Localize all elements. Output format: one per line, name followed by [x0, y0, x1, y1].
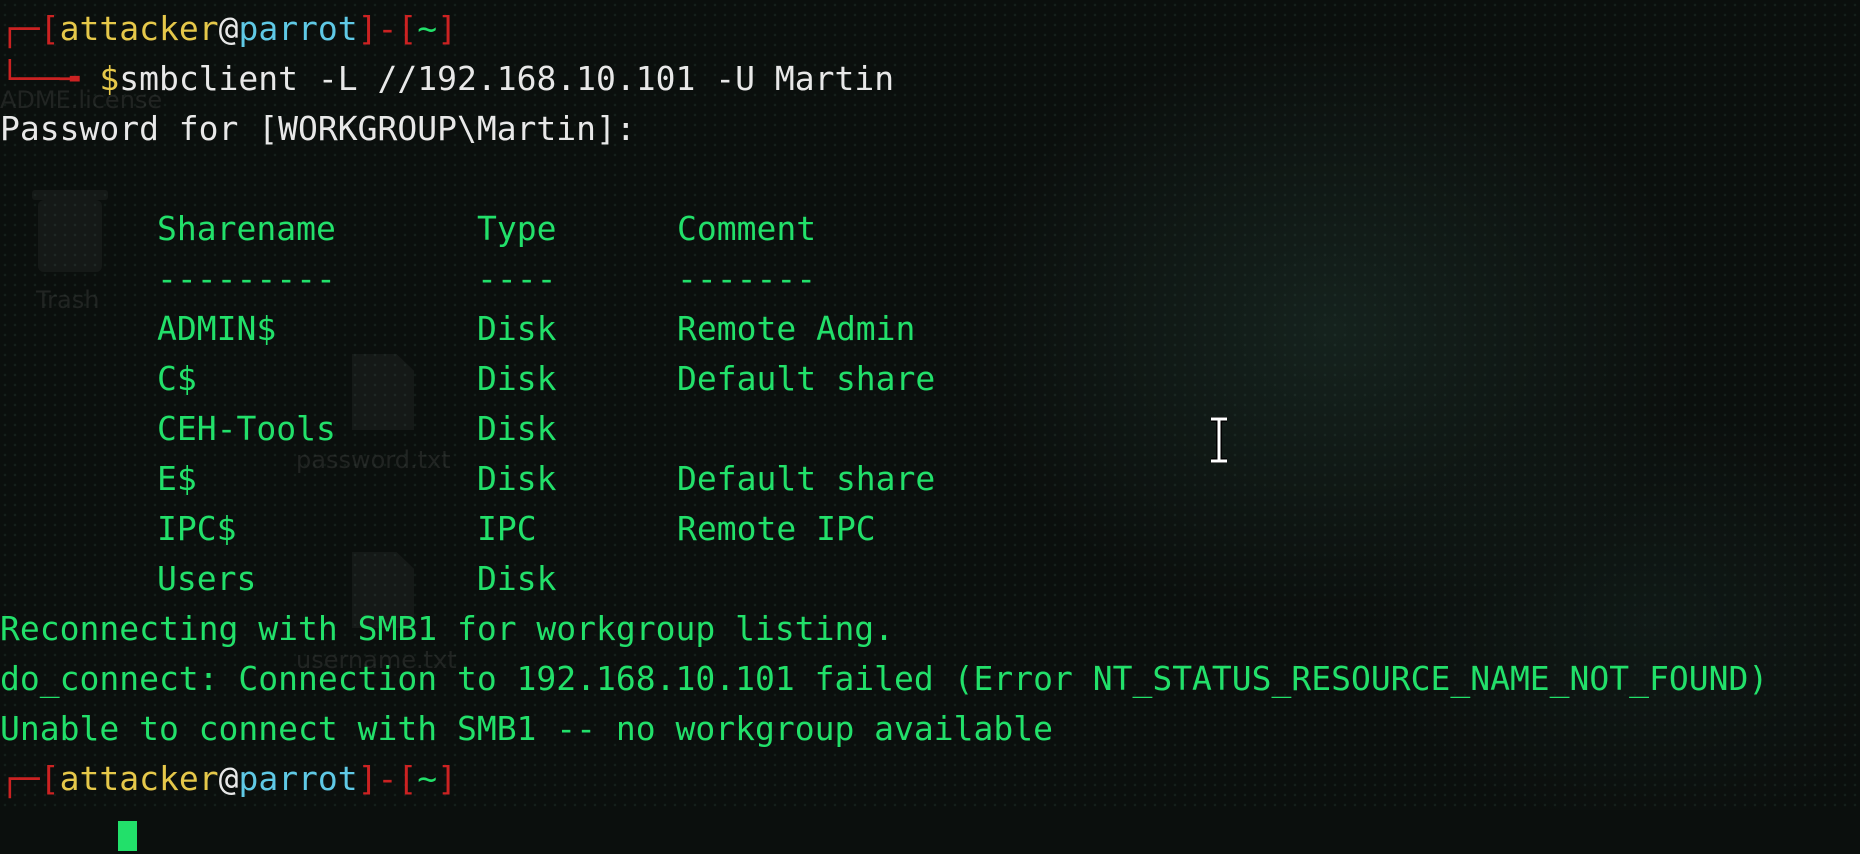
command-line: └──╼ $smbclient -L //192.168.10.101 -U M… — [0, 54, 1860, 104]
prompt-dash: - — [377, 759, 398, 798]
column-header-comment: Comment — [677, 209, 817, 248]
share-type: Disk — [477, 309, 557, 348]
table-row: Users Disk — [0, 554, 1860, 604]
share-name: ADMIN$ — [157, 309, 277, 348]
prompt-at: @ — [218, 759, 239, 798]
separator-type: ---- — [477, 259, 557, 298]
table-row: ADMIN$ Disk Remote Admin — [0, 304, 1860, 354]
terminal-cursor — [118, 820, 137, 851]
prompt-corner: ┌─ — [0, 9, 40, 48]
prompt-bracket: [ — [397, 9, 418, 48]
prompt-line: ┌─[attacker@parrot]-[~] — [0, 754, 1860, 804]
terminal-output[interactable]: ┌─[attacker@parrot]-[~] └──╼ $smbclient … — [0, 4, 1860, 851]
output-line: Reconnecting with SMB1 for workgroup lis… — [0, 609, 895, 648]
prompt-bracket: [ — [39, 759, 60, 798]
column-header-type: Type — [477, 209, 557, 248]
share-type: Disk — [477, 359, 557, 398]
input-line[interactable] — [0, 804, 1860, 854]
share-name: E$ — [157, 459, 197, 498]
table-row: IPC$ IPC Remote IPC — [0, 504, 1860, 554]
prompt-bracket: ] — [437, 759, 458, 798]
column-header-sharename: Sharename — [157, 209, 336, 248]
share-comment: Default share — [677, 359, 936, 398]
separator-sharename: --------- — [157, 259, 336, 298]
table-header: Sharename Type Comment — [0, 204, 1860, 254]
share-comment: Default share — [677, 459, 936, 498]
separator-comment: ------- — [677, 259, 817, 298]
prompt-user: attacker — [59, 9, 219, 48]
share-name: Users — [157, 559, 257, 598]
share-comment: Remote Admin — [677, 309, 916, 348]
password-prompt: Password for [WORKGROUP\Martin]: — [0, 109, 636, 148]
share-name: IPC$ — [157, 509, 237, 548]
share-name: C$ — [157, 359, 197, 398]
share-type: Disk — [477, 409, 557, 448]
share-type: IPC — [477, 509, 537, 548]
prompt-dash: - — [377, 9, 398, 48]
share-type: Disk — [477, 459, 557, 498]
prompt-line: ┌─[attacker@parrot]-[~] — [0, 4, 1860, 54]
prompt-bracket: ] — [357, 9, 378, 48]
prompt-user: attacker — [59, 759, 219, 798]
prompt-bracket: ] — [357, 759, 378, 798]
share-comment: Remote IPC — [677, 509, 876, 548]
table-separator: --------- ---- ------- — [0, 254, 1860, 304]
table-row: E$ Disk Default share — [0, 454, 1860, 504]
prompt-directory: ~ — [417, 759, 438, 798]
prompt-host: parrot — [238, 759, 358, 798]
prompt-directory: ~ — [417, 9, 438, 48]
command-text: smbclient -L //192.168.10.101 -U Martin — [119, 59, 895, 98]
prompt-symbol: $ — [99, 59, 120, 98]
prompt-bracket: ] — [437, 9, 458, 48]
prompt-corner-bottom: └──╼ — [0, 59, 100, 98]
prompt-bracket: [ — [39, 9, 60, 48]
share-name: CEH-Tools — [157, 409, 336, 448]
prompt-at: @ — [218, 9, 239, 48]
share-type: Disk — [477, 559, 557, 598]
prompt-bracket: [ — [397, 759, 418, 798]
prompt-corner: ┌─ — [0, 759, 40, 798]
output-line: Unable to connect with SMB1 -- no workgr… — [0, 709, 1053, 748]
text-cursor-icon — [1211, 417, 1227, 463]
table-row: C$ Disk Default share — [0, 354, 1860, 404]
table-row: CEH-Tools Disk — [0, 404, 1860, 454]
output-line: do_connect: Connection to 192.168.10.101… — [0, 659, 1769, 698]
prompt-host: parrot — [238, 9, 358, 48]
